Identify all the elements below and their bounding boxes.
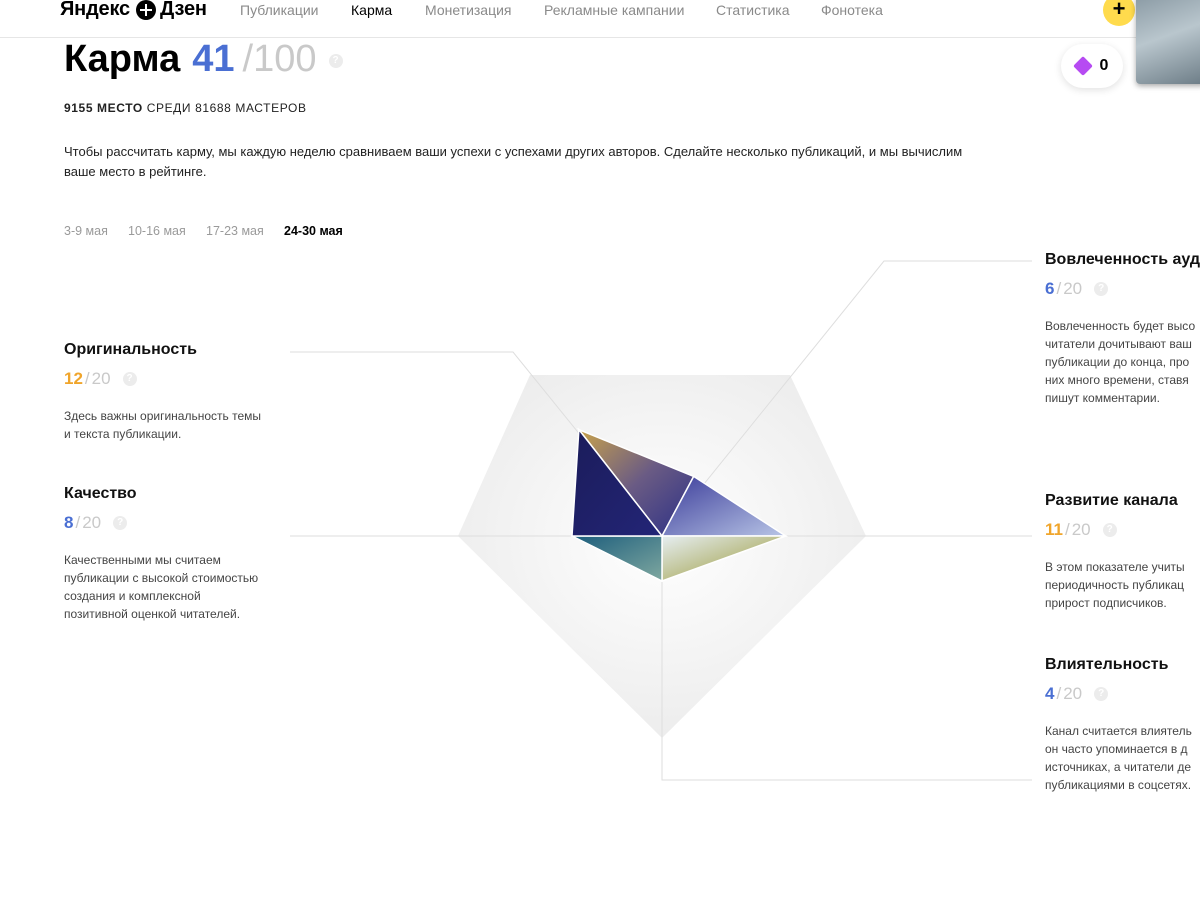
metric-originality: Оригинальность 12 / 20 ? Здесь важны ори… bbox=[64, 341, 284, 443]
metric-slash: / bbox=[84, 369, 90, 388]
metric-value: 12 bbox=[64, 369, 83, 388]
metric-max: 20 bbox=[1063, 279, 1083, 298]
help-icon[interactable]: ? bbox=[1094, 282, 1109, 296]
metric-score: 11 / 20 ? bbox=[1045, 520, 1200, 540]
metric-text-line: источниках, а читатели де bbox=[1045, 760, 1191, 774]
metric-score: 6 / 20 ? bbox=[1045, 279, 1200, 299]
metric-max: 20 bbox=[1063, 684, 1083, 703]
metric-value: 4 bbox=[1045, 684, 1055, 703]
metric-title: Вовлеченность ауд bbox=[1045, 251, 1200, 268]
metric-slash: / bbox=[1064, 520, 1070, 539]
help-icon[interactable]: ? bbox=[1102, 523, 1117, 537]
metric-text-line: публикации до конца, про bbox=[1045, 355, 1190, 369]
metric-quality: Качество 8 / 20 ? Качественными мы счита… bbox=[64, 485, 284, 623]
metric-max: 20 bbox=[91, 369, 111, 388]
metric-text-line: Вовлеченность будет высо bbox=[1045, 319, 1196, 333]
metric-text-line: позитивной оценкой читателей. bbox=[64, 607, 241, 621]
metric-score: 4 / 20 ? bbox=[1045, 684, 1200, 704]
help-icon[interactable]: ? bbox=[1094, 687, 1109, 701]
metric-influence: Влиятельность 4 / 20 ? Канал считается в… bbox=[1045, 656, 1200, 794]
metric-title: Развитие канала bbox=[1045, 492, 1178, 509]
metric-description: Канал считается влиятель он часто упомин… bbox=[1045, 722, 1200, 794]
metric-slash: / bbox=[1056, 684, 1062, 703]
metric-description: Качественными мы считаем публикации с вы… bbox=[64, 551, 284, 623]
metric-score: 12 / 20 ? bbox=[64, 369, 284, 389]
metric-text-line: пишут комментарии. bbox=[1045, 391, 1160, 405]
metric-text-line: прирост подписчиков. bbox=[1045, 596, 1167, 610]
metric-text-line: публикации с высокой стоимостью bbox=[64, 571, 259, 585]
metric-value: 6 bbox=[1045, 279, 1055, 298]
metric-text-line: Здесь важны оригинальность темы bbox=[64, 409, 262, 423]
metric-text-line: он часто упоминается в д bbox=[1045, 742, 1188, 756]
metric-text-line: периодичность публикац bbox=[1045, 578, 1185, 592]
metric-channel-growth: Развитие канала 11 / 20 ? В этом показат… bbox=[1045, 492, 1200, 612]
metric-engagement: Вовлеченность ауд 6 / 20 ? Вовлеченность… bbox=[1045, 251, 1200, 407]
metric-description: Здесь важны оригинальность темы и текста… bbox=[64, 407, 284, 443]
metric-text-line: них много времени, ставя bbox=[1045, 373, 1189, 387]
help-icon[interactable]: ? bbox=[113, 516, 128, 530]
metric-description: Вовлеченность будет высо читатели дочиты… bbox=[1045, 317, 1200, 407]
metric-text-line: и текста публикации. bbox=[64, 427, 182, 441]
metric-title: Качество bbox=[64, 485, 137, 502]
metric-slash: / bbox=[1056, 279, 1062, 298]
metric-slash: / bbox=[75, 513, 81, 532]
help-icon[interactable]: ? bbox=[122, 372, 137, 386]
metric-max: 20 bbox=[1071, 520, 1091, 539]
metric-text-line: создания и комплексной bbox=[64, 589, 201, 603]
metric-score: 8 / 20 ? bbox=[64, 513, 284, 533]
karma-radar-chart bbox=[290, 260, 1032, 781]
metric-text-line: Качественными мы считаем bbox=[64, 553, 221, 567]
metric-value: 8 bbox=[64, 513, 74, 532]
metric-title: Влиятельность bbox=[1045, 656, 1169, 673]
metric-text-line: публикациями в соцсетях. bbox=[1045, 778, 1192, 792]
metric-text-line: В этом показателе учиты bbox=[1045, 560, 1185, 574]
metric-text-line: читатели дочитывают ваш bbox=[1045, 337, 1192, 351]
metric-text-line: Канал считается влиятель bbox=[1045, 724, 1192, 738]
metric-description: В этом показателе учиты периодичность пу… bbox=[1045, 558, 1200, 612]
metric-title: Оригинальность bbox=[64, 341, 197, 358]
metric-max: 20 bbox=[82, 513, 102, 532]
metric-value: 11 bbox=[1045, 520, 1063, 539]
